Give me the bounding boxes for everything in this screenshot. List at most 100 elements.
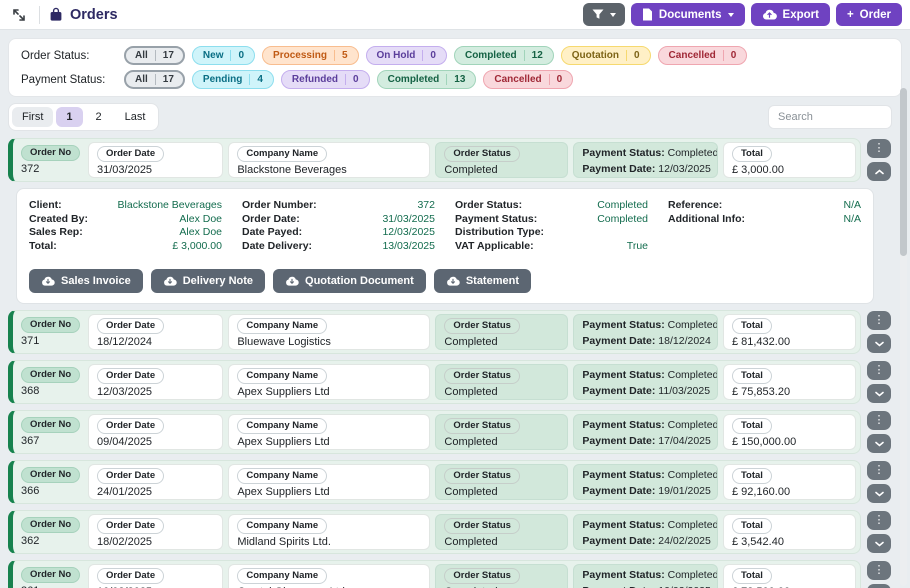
order-no-cell: Order No 367	[17, 414, 83, 450]
order-row-card[interactable]: Order No361Order Date10/02/2025Company N…	[8, 560, 861, 588]
detail-col-3: Order Status:Completed Payment Status:Co…	[455, 199, 648, 253]
order-date-cell: Order Date10/02/2025	[88, 564, 223, 588]
status-filter-panel: Order Status: All17 New0 Processing5 On …	[8, 38, 902, 97]
pagination-page-1[interactable]: 1	[56, 107, 82, 127]
company-cell: Company Name Blackstone Beverages	[228, 142, 430, 178]
kebab-menu-icon[interactable]: ⋮	[867, 139, 891, 158]
company-cell: Company NameApex Suppliers Ltd	[228, 414, 430, 450]
payment-cell: Payment Status: CompletedPayment Date: 1…	[573, 564, 718, 588]
order-row: Order No361Order Date10/02/2025Company N…	[8, 560, 892, 588]
order-no-cell: Order No368	[17, 364, 83, 400]
order-row: Order No366Order Date24/01/2025Company N…	[8, 460, 892, 504]
chevron-up-icon[interactable]	[867, 162, 891, 181]
order-status-label: Order Status:	[21, 50, 117, 62]
order-status-cell: Order StatusCompleted	[435, 564, 568, 588]
order-status-cell: Order StatusCompleted	[435, 464, 568, 500]
order-status-pill-new[interactable]: New0	[192, 46, 255, 65]
payment-status-pill-refunded[interactable]: Refunded0	[281, 70, 370, 89]
order-status-pill-completed[interactable]: Completed12	[454, 46, 554, 65]
kebab-menu-icon[interactable]: ⋮	[867, 361, 891, 380]
chevron-down-icon[interactable]	[867, 384, 891, 403]
filter-button[interactable]	[583, 3, 625, 26]
chevron-down-icon[interactable]	[867, 584, 891, 588]
bag-icon	[49, 7, 63, 22]
orders-list: Order No 372 Order Date 31/03/2025 Compa…	[8, 138, 892, 588]
order-detail-panel: Client:Blackstone Beverages Created By:A…	[16, 188, 874, 304]
order-no-cell: Order No366	[17, 464, 83, 500]
detail-col-4: Reference:N/A Additional Info:N/A	[668, 199, 861, 253]
pagination-first[interactable]: First	[12, 107, 53, 127]
order-no-badge: Order No	[21, 417, 80, 433]
order-date-cell: Order Date24/01/2025	[88, 464, 223, 500]
total-cell: Total £ 3,000.00	[723, 142, 856, 178]
order-status-pill-all[interactable]: All17	[124, 46, 185, 65]
chevron-down-icon[interactable]	[867, 534, 891, 553]
order-no-cell: Order No362	[17, 514, 83, 550]
order-no-cell: Order No 372	[17, 142, 83, 178]
total-cell: Total£ 3,542.40	[723, 514, 856, 550]
order-status-pill-processing[interactable]: Processing5	[262, 46, 358, 65]
order-row-card[interactable]: Order No 367 Order Date09/04/2025Company N…	[8, 410, 861, 454]
order-row-card[interactable]: Order No366Order Date24/01/2025Company N…	[8, 460, 861, 504]
row-actions: ⋮	[866, 310, 892, 354]
order-no-badge: Order No	[21, 467, 80, 483]
row-actions: ⋮	[866, 138, 892, 182]
order-no-cell: Order No371	[17, 314, 83, 350]
search-input[interactable]	[768, 105, 892, 129]
row-actions: ⋮	[866, 410, 892, 454]
page-title: Orders	[70, 7, 118, 23]
add-order-button[interactable]: + Order	[836, 3, 902, 26]
order-no-value: 367	[21, 435, 75, 447]
total-cell: Total£ 92,160.00	[723, 464, 856, 500]
order-no-badge: Order No	[21, 145, 80, 161]
order-status-cell: Order StatusCompleted	[435, 314, 568, 350]
payment-cell: Payment Status: CompletedPayment Date: 2…	[573, 514, 718, 550]
order-date-cell: Order Date09/04/2025	[88, 414, 223, 450]
sales-invoice-button[interactable]: Sales Invoice	[29, 269, 143, 293]
payment-status-pill-all[interactable]: All17	[124, 70, 185, 89]
expand-icon[interactable]	[8, 4, 30, 26]
chevron-down-icon[interactable]	[867, 434, 891, 453]
scrollbar-thumb[interactable]	[900, 88, 907, 256]
order-no-badge: Order No	[21, 317, 80, 333]
order-no-badge: Order No	[21, 517, 80, 533]
row-actions: ⋮	[866, 460, 892, 504]
kebab-menu-icon[interactable]: ⋮	[867, 561, 891, 580]
order-date-cell: Order Date18/02/2025	[88, 514, 223, 550]
payment-status-pill-pending[interactable]: Pending4	[192, 70, 274, 89]
document-buttons: Sales Invoice Delivery Note Quotation Do…	[29, 269, 861, 293]
payment-status-pill-cancelled[interactable]: Cancelled0	[483, 70, 573, 89]
kebab-menu-icon[interactable]: ⋮	[867, 411, 891, 430]
kebab-menu-icon[interactable]: ⋮	[867, 311, 891, 330]
statement-button[interactable]: Statement	[434, 269, 531, 293]
order-status-cell: Order StatusCompleted	[435, 414, 568, 450]
order-status-filter-row: Order Status: All17 New0 Processing5 On …	[21, 46, 889, 65]
plus-icon: +	[847, 9, 854, 21]
kebab-menu-icon[interactable]: ⋮	[867, 461, 891, 480]
order-status-pill-cancelled[interactable]: Cancelled0	[658, 46, 748, 65]
detail-col-1: Client:Blackstone Beverages Created By:A…	[29, 199, 222, 253]
quotation-document-button[interactable]: Quotation Document	[273, 269, 426, 293]
cloud-upload-icon	[762, 9, 777, 20]
company-cell: Company NameApex Suppliers Ltd	[228, 364, 430, 400]
order-no-cell: Order No361	[17, 564, 83, 588]
pagination-last[interactable]: Last	[115, 107, 156, 127]
pagination-page-2[interactable]: 2	[86, 107, 112, 127]
order-status-pill-onhold[interactable]: On Hold0	[366, 46, 447, 65]
delivery-note-button[interactable]: Delivery Note	[151, 269, 265, 293]
order-row-card[interactable]: Order No371Order Date18/12/2024Company N…	[8, 310, 861, 354]
order-row-card[interactable]: Order No362Order Date18/02/2025Company N…	[8, 510, 861, 554]
vertical-scrollbar[interactable]	[900, 88, 907, 586]
chevron-down-icon[interactable]	[867, 334, 891, 353]
total-cell: Total£ 73,500.00	[723, 564, 856, 588]
order-status-pill-quotation[interactable]: Quotation0	[561, 46, 651, 65]
order-row-card[interactable]: Order No368Order Date12/03/2025Company N…	[8, 360, 861, 404]
payment-status-pill-completed[interactable]: Completed13	[377, 70, 477, 89]
export-button[interactable]: Export	[751, 3, 830, 26]
order-row-card[interactable]: Order No 372 Order Date 31/03/2025 Compa…	[8, 138, 861, 182]
kebab-menu-icon[interactable]: ⋮	[867, 511, 891, 530]
chevron-down-icon[interactable]	[867, 484, 891, 503]
row-actions: ⋮	[866, 560, 892, 588]
documents-button[interactable]: Documents	[631, 3, 745, 26]
cloud-download-icon	[163, 276, 177, 286]
